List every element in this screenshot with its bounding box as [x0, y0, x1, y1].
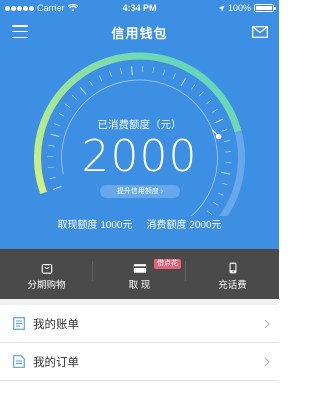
bill-icon [13, 317, 25, 330]
gauge-tick [213, 202, 219, 206]
battery-indicator: 100% [218, 3, 276, 13]
order-icon [13, 355, 25, 368]
gauge-tick [98, 75, 103, 81]
action-phone-topup[interactable]: 充话费 [186, 249, 279, 291]
gauge-tick [221, 182, 228, 186]
gauge-tick [199, 91, 204, 97]
withdraw-limit: 取现额度 1000元 [57, 220, 133, 231]
shopping-bag-icon [41, 264, 52, 274]
page-title: 信用钱包 [111, 26, 168, 41]
menu-item-label: 我的订单 [33, 356, 79, 369]
raise-credit-button[interactable]: 提升信用额度 › [100, 185, 180, 198]
gauge-tick [109, 70, 112, 77]
used-credit-amount: 2000 [81, 131, 198, 182]
gauge-tick [217, 192, 224, 196]
menu-item-label: 我的账单 [33, 318, 79, 331]
location-icon [218, 5, 225, 11]
gauge-tick [172, 73, 176, 79]
gauge-tick [152, 67, 155, 74]
menu-item-my-bills[interactable]: 我的账单 [0, 305, 279, 343]
action-label: 充话费 [218, 280, 247, 291]
chevron-right-icon [264, 357, 270, 366]
card-icon [133, 264, 146, 273]
gauge-tick [89, 80, 93, 87]
status-bar: Carrier 4:34 PM 100% [0, 0, 279, 16]
battery-icon [254, 4, 276, 12]
nav-bar: 信用钱包 [0, 16, 279, 48]
promo-badge: 借点花 [154, 259, 181, 269]
account-menu: 我的账单 我的订单 [0, 299, 279, 381]
gauge-tick [72, 95, 77, 100]
quick-actions: 分期购物 取 现 借点花 充话费 [0, 249, 279, 291]
hero-panel: Carrier 4:34 PM 100% 信用钱包 已消费额度（元） 2000 … [0, 0, 279, 249]
battery-percent: 100% [227, 3, 251, 13]
gauge-tick [79, 87, 87, 95]
gauge-tick [64, 103, 71, 108]
gauge-tick [191, 84, 196, 90]
gauge-tick [206, 99, 212, 105]
action-cash-withdrawal[interactable]: 取 现 借点花 [93, 249, 186, 291]
gauge-tick [58, 113, 65, 117]
gauge-tick [120, 67, 122, 74]
phone-icon [229, 262, 236, 274]
menu-item-my-orders[interactable]: 我的订单 [0, 343, 279, 381]
gauge-tick [162, 69, 166, 76]
chevron-right-icon [264, 319, 270, 328]
quick-actions-footer [0, 291, 279, 299]
consume-limit: 消费额度 2000元 [146, 220, 222, 231]
used-credit-label: 已消费额度（元） [97, 119, 182, 131]
gauge-tick [212, 108, 218, 113]
mail-icon[interactable] [252, 26, 268, 38]
gauge-tick [52, 185, 62, 190]
gauge-tick [180, 78, 186, 87]
gauge-tick [207, 210, 213, 215]
action-label: 取 现 [128, 280, 151, 291]
gauge-tick [130, 66, 133, 76]
action-installment-shopping[interactable]: 分期购物 [0, 249, 93, 291]
action-label: 分期购物 [27, 280, 66, 291]
limits-row: 取现额度 1000元 消费额度 2000元 [0, 216, 279, 231]
